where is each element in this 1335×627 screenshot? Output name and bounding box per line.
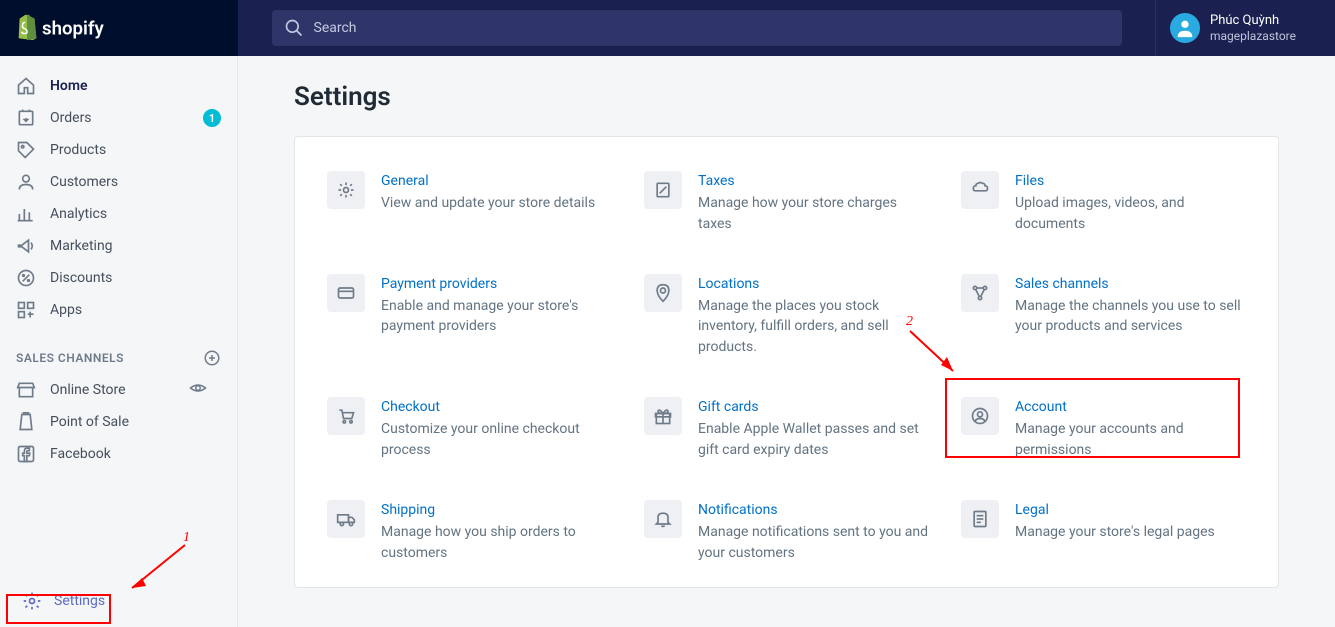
search-icon	[284, 18, 304, 38]
user-name: Phúc Quỳnh	[1210, 13, 1296, 29]
search-input[interactable]: Search	[272, 10, 1122, 46]
nav-marketing[interactable]: Marketing	[0, 230, 237, 262]
tile-general[interactable]: GeneralView and update your store detail…	[323, 165, 616, 240]
main-content: Settings GeneralView and update your sto…	[238, 56, 1335, 627]
nav-discounts[interactable]: Discounts	[0, 262, 237, 294]
tile-payment[interactable]: Payment providersEnable and manage your …	[323, 268, 616, 363]
sidebar: Home Orders1 Products Customers Analytic…	[0, 56, 238, 627]
tile-sales-channels[interactable]: Sales channelsManage the channels you us…	[957, 268, 1250, 363]
orders-icon	[16, 108, 36, 128]
tile-checkout[interactable]: CheckoutCustomize your online checkout p…	[323, 391, 616, 466]
bell-icon	[653, 509, 673, 529]
channels-icon	[970, 283, 990, 303]
marketing-icon	[16, 236, 36, 256]
home-icon	[16, 76, 36, 96]
settings-card: GeneralView and update your store detail…	[294, 136, 1279, 588]
tile-taxes[interactable]: TaxesManage how your store charges taxes	[640, 165, 933, 240]
view-store-icon[interactable]	[189, 379, 221, 401]
channel-online-store[interactable]: Online Store	[0, 374, 237, 406]
nav-apps[interactable]: Apps	[0, 294, 237, 326]
legal-icon	[970, 509, 990, 529]
products-icon	[16, 140, 36, 160]
apps-icon	[16, 300, 36, 320]
account-icon	[970, 406, 990, 426]
tile-files[interactable]: FilesUpload images, videos, and document…	[957, 165, 1250, 240]
nav-products[interactable]: Products	[0, 134, 237, 166]
files-icon	[970, 180, 990, 200]
page-title: Settings	[294, 82, 1279, 112]
topbar: shopify Search Phúc Quỳnh mageplazastore	[0, 0, 1335, 56]
store-name: mageplazastore	[1210, 29, 1296, 43]
channel-facebook[interactable]: Facebook	[0, 438, 237, 470]
tile-gift-cards[interactable]: Gift cardsEnable Apple Wallet passes and…	[640, 391, 933, 466]
store-icon	[16, 380, 36, 400]
nav-analytics[interactable]: Analytics	[0, 198, 237, 230]
tile-locations[interactable]: LocationsManage the places you stock inv…	[640, 268, 933, 363]
gear-icon	[22, 591, 42, 611]
tile-account[interactable]: AccountManage your accounts and permissi…	[957, 391, 1250, 466]
add-channel-icon[interactable]	[203, 349, 221, 367]
gear-icon	[336, 180, 356, 200]
nav-home[interactable]: Home	[0, 70, 237, 102]
facebook-icon	[16, 444, 36, 464]
sales-channels-header: SALES CHANNELS	[0, 342, 237, 374]
search-placeholder: Search	[314, 20, 357, 36]
tile-shipping[interactable]: ShippingManage how you ship orders to cu…	[323, 494, 616, 569]
customers-icon	[16, 172, 36, 192]
shipping-icon	[336, 509, 356, 529]
tile-notifications[interactable]: NotificationsManage notifications sent t…	[640, 494, 933, 569]
orders-badge: 1	[203, 109, 221, 127]
discounts-icon	[16, 268, 36, 288]
tile-legal[interactable]: LegalManage your store's legal pages	[957, 494, 1250, 569]
logo[interactable]: shopify	[0, 0, 238, 56]
nav-orders[interactable]: Orders1	[0, 102, 237, 134]
svg-text:shopify: shopify	[42, 18, 105, 40]
location-icon	[653, 283, 673, 303]
avatar	[1170, 13, 1200, 43]
analytics-icon	[16, 204, 36, 224]
channel-pos[interactable]: Point of Sale	[0, 406, 237, 438]
nav-settings[interactable]: Settings	[6, 581, 231, 621]
pos-icon	[16, 412, 36, 432]
payment-icon	[336, 283, 356, 303]
gift-icon	[653, 406, 673, 426]
nav-customers[interactable]: Customers	[0, 166, 237, 198]
taxes-icon	[653, 180, 673, 200]
user-menu[interactable]: Phúc Quỳnh mageplazastore	[1155, 0, 1335, 56]
cart-icon	[336, 406, 356, 426]
